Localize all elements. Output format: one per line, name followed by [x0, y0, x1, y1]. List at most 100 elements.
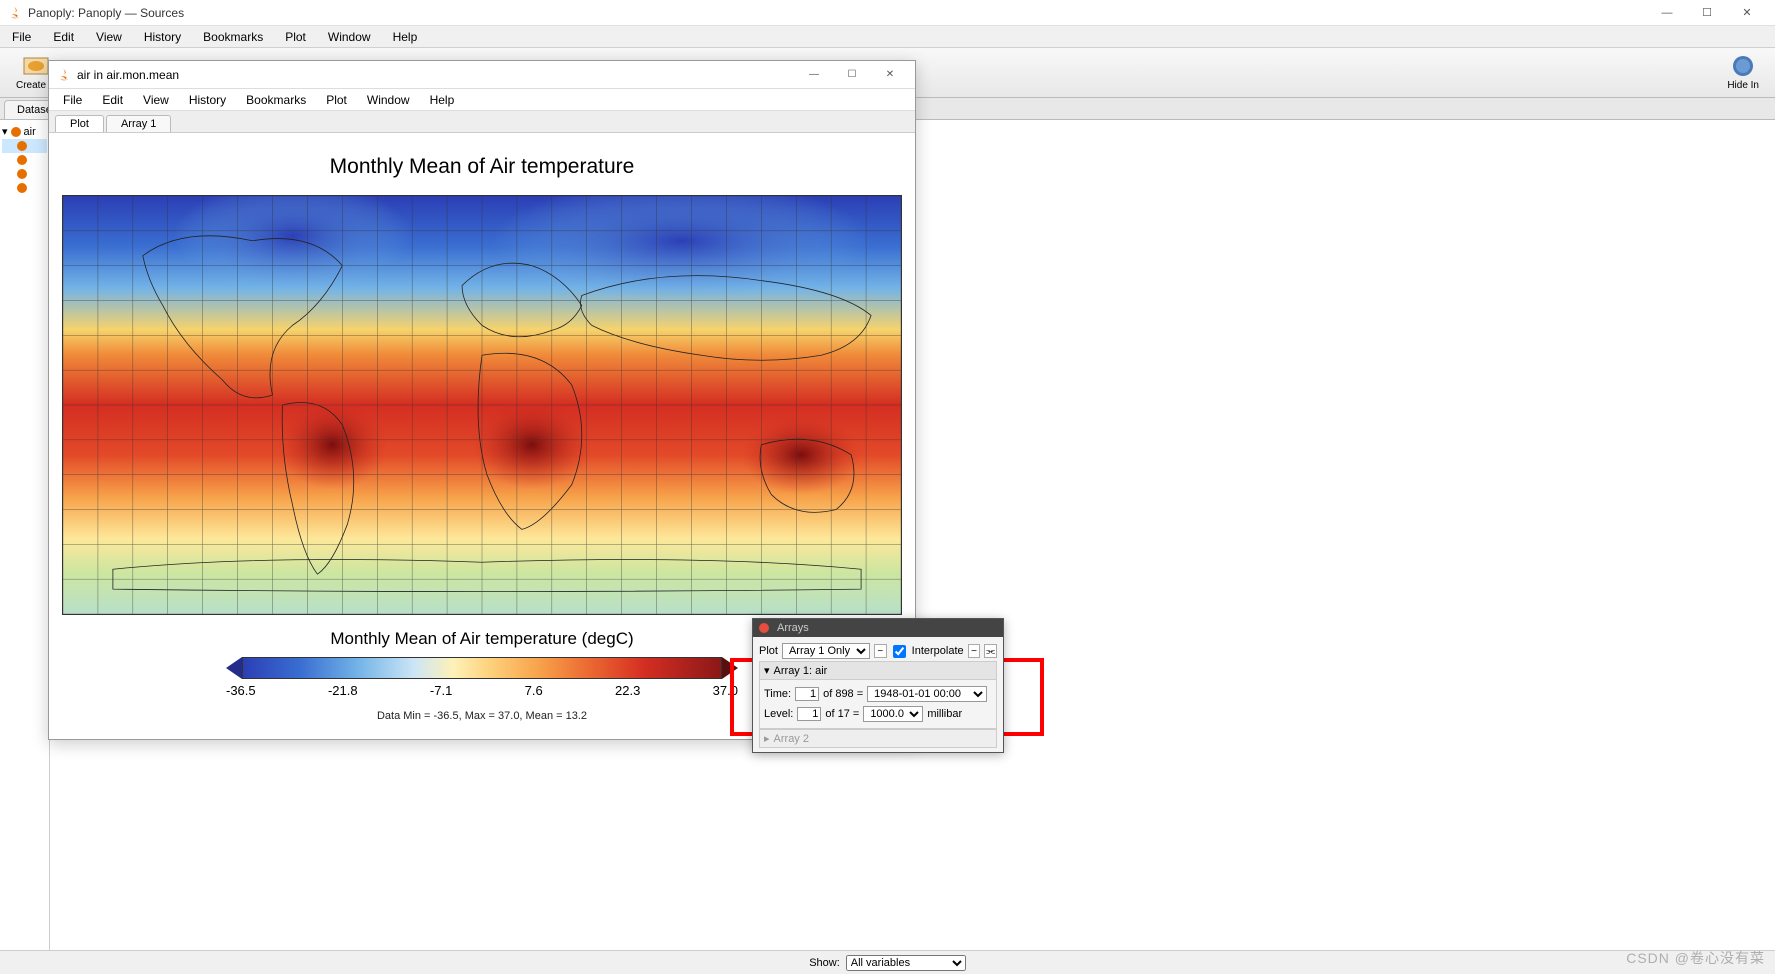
interp-minus-button[interactable]: − [968, 644, 981, 658]
array2-header: ▸ Array 2 [759, 729, 997, 748]
tab-array1[interactable]: Array 1 [106, 115, 171, 132]
tick: 22.3 [615, 683, 640, 698]
show-label: Show: [809, 957, 840, 969]
remove-array-button[interactable]: − [874, 644, 887, 658]
plot-stats: Data Min = -36.5, Max = 37.0, Mean = 13.… [377, 710, 587, 722]
plot-title: Monthly Mean of Air temperature [330, 155, 635, 179]
dataset-icon [10, 126, 22, 138]
plot-mode-row: Plot Array 1 Only − Interpolate − ⫘ [759, 641, 997, 661]
menu-history[interactable]: History [136, 28, 189, 46]
child-menu-edit[interactable]: Edit [94, 91, 131, 109]
variable-icon [16, 154, 28, 166]
colorbar [226, 657, 738, 679]
child-menu-bookmarks[interactable]: Bookmarks [238, 91, 314, 109]
menu-file[interactable]: File [4, 28, 39, 46]
variable-icon [16, 168, 28, 180]
tab-plot[interactable]: Plot [55, 115, 104, 132]
chevron-down-icon: ▾ [2, 125, 8, 138]
watermark: CSDN @卷心没有菜 [1626, 948, 1765, 968]
window-controls: ― ☐ ✕ [1647, 0, 1767, 26]
child-titlebar: air in air.mon.mean ― ☐ ✕ [49, 61, 915, 89]
bottom-bar: Show: All variables [0, 950, 1775, 974]
arrays-titlebar[interactable]: Arrays [753, 619, 1003, 637]
maximize-button[interactable]: ☐ [1687, 0, 1727, 26]
menu-bookmarks[interactable]: Bookmarks [195, 28, 271, 46]
array1-header[interactable]: ▾ Array 1: air [759, 661, 997, 680]
expand-icon: ▸ [764, 732, 770, 745]
colorbar-ticks: -36.5 -21.8 -7.1 7.6 22.3 37.0 [226, 683, 738, 698]
tick: -36.5 [226, 683, 256, 698]
time-index-input[interactable] [795, 687, 819, 701]
show-select[interactable]: All variables [846, 955, 966, 971]
close-button[interactable]: ✕ [1727, 0, 1767, 26]
tick: -21.8 [328, 683, 358, 698]
colorbar-title: Monthly Mean of Air temperature (degC) [330, 629, 633, 649]
colorbar-gradient [242, 657, 722, 679]
level-value-select[interactable]: 1000.00 [863, 706, 923, 722]
menu-window[interactable]: Window [320, 28, 379, 46]
java-icon [57, 68, 71, 82]
child-menu-history[interactable]: History [181, 91, 234, 109]
plot-mode-select[interactable]: Array 1 Only [782, 643, 870, 659]
child-menu-file[interactable]: File [55, 91, 90, 109]
level-of-label: of 17 = [825, 708, 859, 720]
java-icon [8, 6, 22, 20]
menu-edit[interactable]: Edit [45, 28, 82, 46]
variable-icon [16, 140, 28, 152]
menu-view[interactable]: View [88, 28, 130, 46]
tick: -7.1 [430, 683, 452, 698]
tree-root[interactable]: ▾ air [2, 124, 47, 139]
child-menu-view[interactable]: View [135, 91, 177, 109]
child-maximize-button[interactable]: ☐ [835, 63, 869, 87]
tree-item[interactable] [2, 181, 47, 195]
time-of-label: of 898 = [823, 688, 863, 700]
main-titlebar: Panoply: Panoply — Sources ― ☐ ✕ [0, 0, 1775, 26]
menu-plot[interactable]: Plot [277, 28, 314, 46]
array2-title: Array 2 [774, 733, 809, 745]
minimize-button[interactable]: ― [1647, 0, 1687, 26]
colorbar-underflow-arrow-icon [226, 657, 242, 679]
tree-root-label: air [24, 126, 36, 138]
child-tab-strip: Plot Array 1 [49, 111, 915, 133]
map-plot[interactable] [62, 195, 902, 615]
collapse-icon: ▾ [764, 664, 770, 677]
tree-item[interactable] [2, 167, 47, 181]
level-unit: millibar [927, 708, 962, 720]
tree-item[interactable] [2, 139, 47, 153]
hide-info-label: Hide In [1727, 80, 1759, 91]
child-menubar: File Edit View History Bookmarks Plot Wi… [49, 89, 915, 111]
interpolate-label: Interpolate [912, 645, 964, 657]
level-label: Level: [764, 708, 793, 720]
panel-close-icon[interactable] [759, 623, 769, 633]
time-row: Time: of 898 = 1948-01-01 00:00 [764, 684, 992, 704]
array1-title: Array 1: air [774, 665, 828, 677]
create-plot-icon [22, 54, 50, 78]
arrays-title: Arrays [777, 622, 809, 634]
main-menubar: File Edit View History Bookmarks Plot Wi… [0, 26, 1775, 48]
tick: 7.6 [525, 683, 543, 698]
plot-label: Plot [759, 645, 778, 657]
child-title: air in air.mon.mean [77, 68, 179, 82]
hide-info-icon [1729, 54, 1757, 78]
time-value-select[interactable]: 1948-01-01 00:00 [867, 686, 987, 702]
level-row: Level: of 17 = 1000.00 millibar [764, 704, 992, 724]
child-minimize-button[interactable]: ― [797, 63, 831, 87]
array1-body: Time: of 898 = 1948-01-01 00:00 Level: o… [759, 680, 997, 729]
arrays-panel[interactable]: Arrays Plot Array 1 Only − Interpolate −… [752, 618, 1004, 753]
level-index-input[interactable] [797, 707, 821, 721]
interpolate-checkbox[interactable] [893, 645, 906, 658]
dataset-tree[interactable]: ▾ air [0, 120, 50, 974]
tick: 37.0 [713, 683, 738, 698]
child-close-button[interactable]: ✕ [873, 63, 907, 87]
menu-help[interactable]: Help [385, 28, 426, 46]
time-label: Time: [764, 688, 791, 700]
link-icon[interactable]: ⫘ [984, 644, 997, 658]
temperature-map [63, 196, 901, 614]
main-title: Panoply: Panoply — Sources [28, 6, 184, 20]
child-menu-plot[interactable]: Plot [318, 91, 355, 109]
child-menu-window[interactable]: Window [359, 91, 418, 109]
tree-item[interactable] [2, 153, 47, 167]
child-menu-help[interactable]: Help [422, 91, 463, 109]
colorbar-overflow-arrow-icon [722, 657, 738, 679]
hide-info-button[interactable]: Hide In [1721, 52, 1765, 93]
